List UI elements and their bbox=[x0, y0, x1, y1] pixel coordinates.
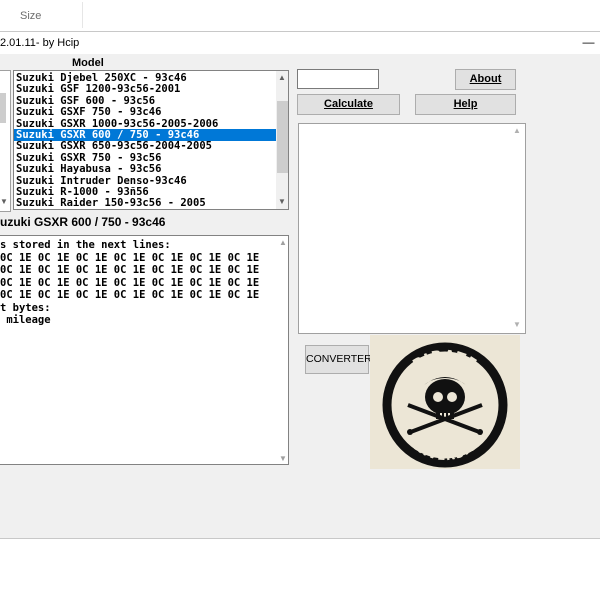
scroll-down-icon[interactable]: ▼ bbox=[513, 320, 521, 329]
model-list-item[interactable]: Suzuki Hayabusa - 93c56 bbox=[14, 163, 278, 175]
pirate-university-logo: PIRATE UNIVERSITY bbox=[370, 335, 520, 469]
model-list-item[interactable]: Suzuki GSF 600 - 93c56 bbox=[14, 95, 278, 107]
model-list-item[interactable]: Suzuki Intruder Denso-93c46 bbox=[14, 175, 278, 187]
column-separator bbox=[82, 2, 83, 28]
window-title: 2.01.11- by Hcip bbox=[0, 37, 80, 49]
scroll-down-icon[interactable]: ▼ bbox=[0, 197, 8, 206]
model-list-item[interactable]: Suzuki GSXR 600 / 750 - 93c46 bbox=[14, 129, 278, 141]
info-line: mileage bbox=[0, 314, 51, 326]
info-line: 0C 1E 0C 1E 0C 1E 0C 1E 0C 1E 0C 1E 0C 1… bbox=[0, 276, 260, 289]
model-label: Model bbox=[72, 57, 104, 69]
info-line: 0C 1E 0C 1E 0C 1E 0C 1E 0C 1E 0C 1E 0C 1… bbox=[0, 251, 260, 264]
info-line: 0C 1E 0C 1E 0C 1E 0C 1E 0C 1E 0C 1E 0C 1… bbox=[0, 289, 260, 301]
minimize-button[interactable]: — bbox=[577, 32, 600, 54]
model-list-item[interactable]: Suzuki GSXR 1000-93c56-2005-2006 bbox=[14, 118, 278, 130]
scroll-up-icon[interactable]: ▲ bbox=[278, 73, 286, 82]
about-button[interactable]: About bbox=[455, 69, 516, 90]
scrollbar-thumb[interactable] bbox=[277, 101, 288, 173]
app-window: 2.01.11- by Hcip — Model ▼ Suzuki Djebel… bbox=[0, 31, 600, 539]
scroll-down-icon[interactable]: ▼ bbox=[279, 454, 287, 463]
model-list-item[interactable]: Suzuki GSF 1200-93c56-2001 bbox=[14, 83, 278, 95]
help-button[interactable]: Help bbox=[415, 94, 516, 115]
info-text-area[interactable]: s stored in the next lines: 0C 1E 0C 1E 0… bbox=[0, 235, 289, 465]
help-label: Help bbox=[453, 98, 478, 110]
info-line: t bytes: bbox=[0, 301, 51, 314]
value-input[interactable] bbox=[297, 69, 379, 89]
calculate-button[interactable]: Calculate bbox=[297, 94, 400, 115]
scrollbar-thumb[interactable] bbox=[0, 93, 6, 123]
title-bar: 2.01.11- by Hcip — bbox=[0, 32, 600, 54]
size-column-header[interactable]: Size bbox=[20, 10, 41, 22]
model-list-item[interactable]: Suzuki GSXR 650-93c56-2004-2005 bbox=[14, 140, 278, 152]
model-list[interactable]: Suzuki Djebel 250XC - 93c46 Suzuki GSF 12… bbox=[13, 70, 289, 210]
about-label: About bbox=[469, 73, 502, 85]
scroll-up-icon[interactable]: ▲ bbox=[279, 238, 287, 247]
output-text-area[interactable]: ▲ ▼ bbox=[298, 123, 526, 334]
info-line: s stored in the next lines: bbox=[0, 239, 171, 251]
left-list-panel[interactable]: ▼ bbox=[0, 70, 11, 212]
model-list-item[interactable]: Suzuki GSXR 750 - 93c56 bbox=[14, 152, 278, 164]
converter-button[interactable]: CONVERTER bbox=[305, 345, 372, 374]
calculate-label: Calculate bbox=[324, 98, 373, 110]
explorer-header-strip: Size bbox=[0, 0, 600, 30]
scroll-down-icon[interactable]: ▼ bbox=[278, 197, 286, 206]
model-list-item[interactable]: Suzuki Raider 150-93c56 - 2005 bbox=[14, 197, 278, 209]
pirate-logo-graphic: PIRATE UNIVERSITY bbox=[382, 342, 508, 468]
selected-model-title: uzuki GSXR 600 / 750 - 93c46 bbox=[0, 215, 166, 229]
model-list-item[interactable]: Suzuki Djebel 250XC - 93c46 bbox=[14, 72, 278, 84]
model-list-item[interactable]: Suzuki R-1000 - 93ñ56 bbox=[14, 186, 278, 198]
info-line: 0C 1E 0C 1E 0C 1E 0C 1E 0C 1E 0C 1E 0C 1… bbox=[0, 264, 260, 276]
model-list-item[interactable]: Suzuki GSXF 750 - 93c46 bbox=[14, 106, 278, 118]
scroll-up-icon[interactable]: ▲ bbox=[513, 126, 521, 135]
